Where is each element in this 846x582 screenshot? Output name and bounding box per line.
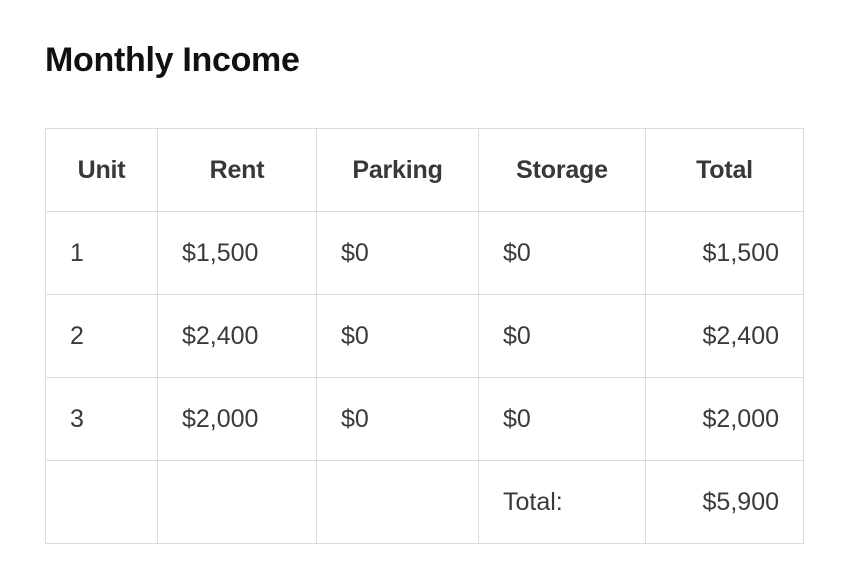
column-header-storage[interactable]: Storage [478, 128, 646, 212]
table-row: 3 $2,000 $0 $0 $2,000 [45, 377, 804, 461]
cell-empty-unit [45, 460, 158, 544]
cell-unit: 2 [45, 294, 158, 378]
cell-parking: $0 [316, 294, 479, 378]
cell-empty-parking [316, 460, 479, 544]
cell-storage: $0 [478, 294, 646, 378]
column-header-rent[interactable]: Rent [157, 128, 317, 212]
column-header-parking[interactable]: Parking [316, 128, 479, 212]
cell-storage: $0 [478, 377, 646, 461]
monthly-income-table: Unit Rent Parking Storage Total 1 $1,500… [45, 128, 804, 544]
cell-unit: 1 [45, 211, 158, 295]
cell-total-label: Total: [478, 460, 646, 544]
cell-empty-rent [157, 460, 317, 544]
cell-unit: 3 [45, 377, 158, 461]
table-body: 1 $1,500 $0 $0 $1,500 2 $2,400 $0 $0 $2,… [45, 211, 804, 544]
table-header: Unit Rent Parking Storage Total [45, 128, 804, 212]
table-row: 2 $2,400 $0 $0 $2,400 [45, 294, 804, 378]
column-header-total[interactable]: Total [645, 128, 804, 212]
income-page: Monthly Income Unit Rent Parking Storage… [0, 0, 846, 582]
table-header-row: Unit Rent Parking Storage Total [45, 128, 804, 212]
table-total-row: Total: $5,900 [45, 460, 804, 544]
cell-total: $2,000 [645, 377, 804, 461]
monthly-income-table-container: Unit Rent Parking Storage Total 1 $1,500… [45, 128, 804, 544]
cell-storage: $0 [478, 211, 646, 295]
table-row: 1 $1,500 $0 $0 $1,500 [45, 211, 804, 295]
cell-rent: $2,400 [157, 294, 317, 378]
cell-total: $2,400 [645, 294, 804, 378]
cell-parking: $0 [316, 377, 479, 461]
cell-grand-total: $5,900 [645, 460, 804, 544]
page-title: Monthly Income [45, 41, 300, 79]
cell-total: $1,500 [645, 211, 804, 295]
cell-rent: $2,000 [157, 377, 317, 461]
cell-rent: $1,500 [157, 211, 317, 295]
cell-parking: $0 [316, 211, 479, 295]
column-header-unit[interactable]: Unit [45, 128, 158, 212]
